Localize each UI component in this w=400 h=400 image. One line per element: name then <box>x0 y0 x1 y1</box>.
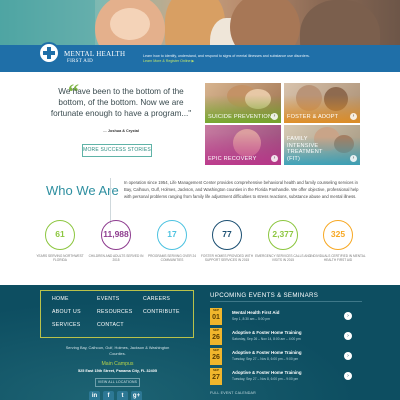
event-item[interactable]: SEP 01 Mental Health First Aid Sep 1, 8:3… <box>210 308 362 328</box>
footer-nav-home[interactable]: HOME <box>52 296 69 302</box>
stat-value: 325 <box>330 229 346 239</box>
event-date-badge: SEP 27 <box>210 368 222 385</box>
main-campus-heading: Main Campus <box>101 361 134 367</box>
stat-served: 11,988 CHILDREN AND ADULTS SERVED IN 201… <box>86 220 146 262</box>
tile-label: EPIC RECOVERY <box>208 155 257 162</box>
tile-label: SUICIDE PREVENTION <box>208 113 273 120</box>
stat-years: 61 YEARS SERVING NORTHWEST FLORIDA <box>30 220 90 262</box>
event-date-badge: SEP 01 <box>210 308 222 325</box>
chevron-right-icon[interactable]: › <box>344 372 352 380</box>
event-item[interactable]: SEP 26 Adoptive & Foster Home Training Tu… <box>210 348 362 368</box>
mhfa-title-sub: FIRST AID <box>67 59 94 64</box>
footer-nav-contribute[interactable]: CONTRIBUTE <box>143 309 180 315</box>
who-we-are-text: In operation since 1954, Life Management… <box>124 180 359 199</box>
event-day: 01 <box>212 314 220 321</box>
event-time: Sep 1, 8:30 am – 5:00 pm <box>232 317 270 321</box>
stat-ring: 2,377 <box>268 220 298 250</box>
chevron-right-icon[interactable]: › <box>271 155 278 162</box>
footer-nav-about[interactable]: ABOUT US <box>52 309 81 315</box>
author-name: Joshua & Crystal <box>107 129 139 133</box>
google-plus-icon[interactable]: g+ <box>131 391 142 400</box>
tile-foster-adopt[interactable]: FOSTER & ADOPT › <box>284 83 360 123</box>
event-day: 26 <box>212 334 220 341</box>
footer-nav-resources[interactable]: RESOURCES <box>97 309 133 315</box>
footer-nav-events[interactable]: EVENTS <box>97 296 120 302</box>
stat-ring: 77 <box>212 220 242 250</box>
event-time: Tuesday, Sep 27 – Nov 8, 6:00 pm – 9:00 … <box>232 357 299 361</box>
divider <box>210 301 362 302</box>
tile-label: FOSTER & ADOPT <box>287 113 339 120</box>
hero-person-face <box>110 8 150 40</box>
event-name[interactable]: Adoptive & Foster Home Training <box>232 370 302 375</box>
event-date-badge: SEP 26 <box>210 328 222 345</box>
stat-value: 11,988 <box>103 229 129 239</box>
stat-caption: CHILDREN AND ADULTS SERVED IN 2015 <box>88 254 144 263</box>
main-campus-address: 525 East 15th Street, Panama City, FL 32… <box>77 369 157 373</box>
event-name[interactable]: Adoptive & Foster Home Training <box>232 330 302 335</box>
twitter-icon[interactable]: t <box>117 391 128 400</box>
tile-epic-recovery[interactable]: EPIC RECOVERY › <box>205 125 281 165</box>
mhfa-title: MENTAL HEALTH FIRST AID <box>64 51 125 65</box>
tile-suicide-prevention[interactable]: SUICIDE PREVENTION › <box>205 83 281 123</box>
mhfa-register-link[interactable]: Learn More & Register Online ▶ <box>143 59 194 63</box>
footer-nav-services[interactable]: SERVICES <box>52 322 81 328</box>
footer-nav-careers[interactable]: CAREERS <box>143 296 170 302</box>
stat-caption: INDIVIDUALS CERTIFIED IN MENTAL HEALTH F… <box>310 254 366 263</box>
mhfa-description: Learn how to identify, understand, and r… <box>143 54 363 64</box>
event-item[interactable]: SEP 27 Adoptive & Foster Home Training Tu… <box>210 368 362 388</box>
chevron-right-icon[interactable]: › <box>344 312 352 320</box>
facebook-icon[interactable]: f <box>103 391 114 400</box>
event-name[interactable]: Adoptive & Foster Home Training <box>232 350 302 355</box>
mhfa-cross-logo-icon <box>38 42 60 64</box>
view-all-locations-button[interactable]: VIEW ALL LOCATIONS <box>95 378 140 387</box>
stat-value: 77 <box>222 229 232 239</box>
divider <box>110 178 111 224</box>
event-day: 27 <box>212 374 220 381</box>
testimonial-author: — Joshua & Crystal <box>46 129 196 133</box>
event-day: 26 <box>212 354 220 361</box>
upcoming-events-heading: UPCOMING EVENTS & SEMINARS <box>210 292 319 299</box>
event-time: Saturday, Sep 26 – Nov 14, 8:00 am – 4:0… <box>232 337 301 341</box>
stat-value: 17 <box>167 229 177 239</box>
event-item[interactable]: SEP 26 Adoptive & Foster Home Training Sa… <box>210 328 362 348</box>
chevron-right-icon[interactable]: › <box>271 113 278 120</box>
tile-label: FAMILY INTENSIVE TREATMENT (FIT) <box>287 136 323 162</box>
stat-ring: 325 <box>323 220 353 250</box>
stat-ring: 17 <box>157 220 187 250</box>
more-success-stories-button[interactable]: MORE SUCCESS STORIES <box>82 144 152 157</box>
stat-certified: 325 INDIVIDUALS CERTIFIED IN MENTAL HEAL… <box>308 220 368 262</box>
event-date-badge: SEP 26 <box>210 348 222 365</box>
mhfa-title-main: MENTAL HEALTH <box>64 50 126 58</box>
event-time: Tuesday, Sep 27 – Nov 8, 6:00 pm – 9:00 … <box>232 377 299 381</box>
mhfa-text: Learn how to identify, understand, and r… <box>143 54 310 58</box>
stat-caption: EMERGENCY SERVICES CALLS AND VISITS IN 2… <box>255 254 311 263</box>
chevron-right-icon[interactable]: › <box>344 352 352 360</box>
footer-nav-contact[interactable]: CONTACT <box>97 322 124 328</box>
full-event-calendar-link[interactable]: FULL EVENT CALENDAR <box>210 391 256 395</box>
stat-caption: FOSTER HOMES PROVIDED WITH SUPPORT SERVI… <box>200 254 254 263</box>
testimonial-quote: We have been to the bottom of the bottom… <box>50 87 192 118</box>
stat-caption: PROGRAMS SERVING OVER 24 COMMUNITIES <box>147 254 197 263</box>
stat-emergency-calls: 2,377 EMERGENCY SERVICES CALLS AND VISIT… <box>253 220 313 262</box>
stat-programs: 17 PROGRAMS SERVING OVER 24 COMMUNITIES <box>142 220 202 262</box>
service-area-text: Serving Bay, Calhoun, Gulf, Holmes, Jack… <box>65 345 170 356</box>
tile-family-intensive-treatment[interactable]: FAMILY INTENSIVE TREATMENT (FIT) › <box>284 125 360 165</box>
chevron-right-icon[interactable]: › <box>350 155 357 162</box>
chevron-right-icon[interactable]: › <box>344 332 352 340</box>
stat-value: 61 <box>55 229 65 239</box>
stat-ring: 61 <box>45 220 75 250</box>
stat-ring: 11,988 <box>101 220 131 250</box>
chevron-right-icon[interactable]: › <box>350 113 357 120</box>
linkedin-icon[interactable]: in <box>89 391 100 400</box>
who-we-are-heading: Who We Are <box>46 183 119 198</box>
stat-caption: YEARS SERVING NORTHWEST FLORIDA <box>36 254 84 263</box>
event-name[interactable]: Mental Health First Aid <box>232 310 279 315</box>
stat-value: 2,377 <box>272 229 294 239</box>
stat-foster-homes: 77 FOSTER HOMES PROVIDED WITH SUPPORT SE… <box>197 220 257 262</box>
